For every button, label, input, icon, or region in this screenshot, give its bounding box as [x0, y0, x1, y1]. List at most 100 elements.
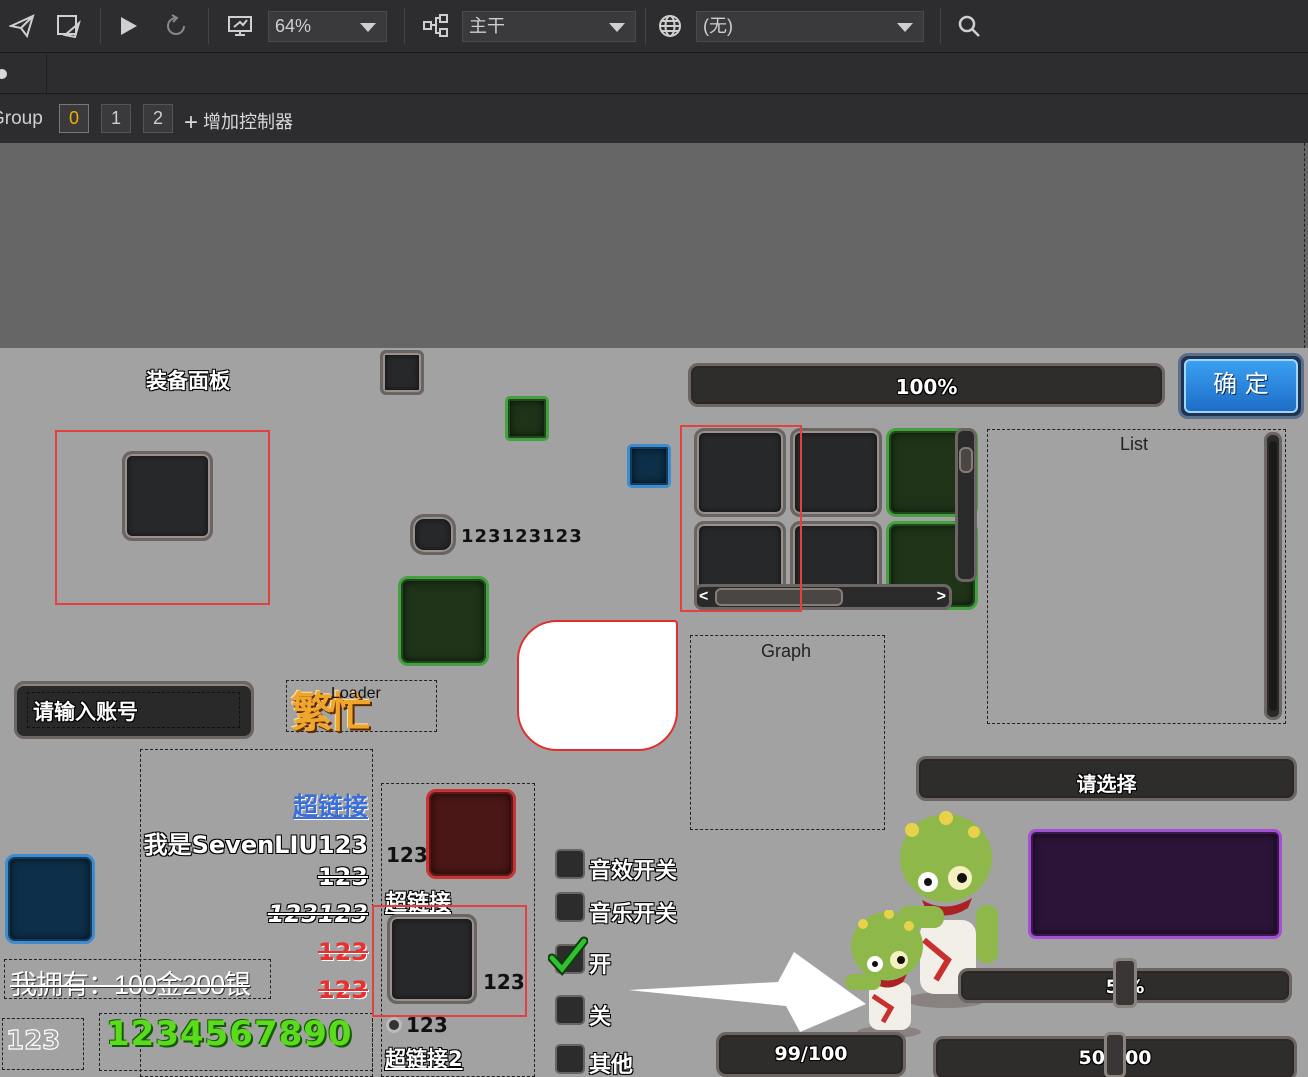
- account-input[interactable]: 请输入账号: [14, 681, 254, 739]
- controller-name[interactable]: Group: [0, 108, 43, 130]
- loader-container: 繁忙 Loader: [286, 680, 437, 737]
- account-input-placeholder: 请输入账号: [33, 700, 138, 724]
- blue-slot[interactable]: [5, 854, 95, 944]
- hyperlink-3[interactable]: 超链接2: [385, 1043, 463, 1073]
- confirm-button-label: 确 定: [1184, 359, 1298, 413]
- publish-settings-icon[interactable]: [54, 12, 82, 40]
- hyperlink-1[interactable]: 超链接: [293, 787, 368, 823]
- music-checkbox[interactable]: [555, 892, 585, 922]
- outlined-number: 123: [5, 1025, 61, 1056]
- rich-name-line: 我是SevenLIU123: [143, 831, 368, 859]
- branch-value: 主干: [469, 16, 505, 36]
- plus-icon: +: [184, 109, 199, 136]
- toolbar-separator: [100, 8, 101, 44]
- graph-container[interactable]: Graph: [690, 635, 885, 830]
- owned-text: 我拥有：100金200银: [10, 970, 251, 1000]
- branch-select[interactable]: 主干: [462, 11, 636, 42]
- arrow-shape[interactable]: [628, 952, 868, 1034]
- toolbar-separator: [208, 8, 209, 44]
- small-slot[interactable]: [380, 350, 424, 395]
- rich-line-3: 123: [317, 863, 368, 891]
- small-slot-green[interactable]: [505, 396, 549, 441]
- white-shape[interactable]: [517, 620, 678, 751]
- selection-box: [372, 905, 527, 1017]
- language-select[interactable]: (无): [696, 11, 924, 42]
- rich-line-5: 123: [317, 938, 368, 966]
- loader-label: Loader: [331, 685, 381, 702]
- scroll-track: [1269, 441, 1277, 711]
- list-vertical-scrollbar[interactable]: [1264, 432, 1282, 720]
- controller-page-1[interactable]: 1: [101, 104, 131, 133]
- zombie-character-small[interactable]: [843, 910, 939, 1040]
- select-dropdown[interactable]: 请选择: [916, 756, 1297, 801]
- document-tab-bar: [0, 54, 1308, 94]
- green-slot[interactable]: [398, 576, 489, 666]
- off-radio-label: 关: [589, 1005, 612, 1030]
- modified-dot-icon[interactable]: [0, 69, 7, 79]
- toolbar-separator: [940, 8, 941, 44]
- scroll-right-icon[interactable]: >: [937, 588, 946, 606]
- toolbar-separator: [645, 8, 646, 44]
- off-radio[interactable]: [555, 995, 585, 1025]
- globe-icon[interactable]: [656, 12, 684, 40]
- boxed-number-box: 123: [2, 1018, 84, 1070]
- editor-window: 64% 主干 (无) Group 0 1 2 + 增加: [0, 0, 1308, 1077]
- rich-line-4: 123123: [267, 900, 368, 928]
- publish-icon[interactable]: [8, 12, 36, 40]
- toolbar-separator: [404, 8, 405, 44]
- purple-slot[interactable]: [1028, 829, 1282, 939]
- chevron-down-icon: [609, 23, 625, 32]
- grid-vertical-scrollbar[interactable]: [955, 428, 977, 582]
- on-radio-label: 开: [589, 953, 612, 978]
- controller-page-0[interactable]: 0: [59, 104, 89, 133]
- music-checkbox-label: 音乐开关: [589, 902, 678, 927]
- chevron-down-icon: [897, 23, 913, 32]
- main-toolbar: 64% 主干 (无): [0, 0, 1308, 53]
- language-value: (无): [703, 16, 733, 36]
- small-slot-blue[interactable]: [627, 444, 671, 488]
- counter-slot[interactable]: [410, 514, 456, 555]
- chevron-down-icon: [360, 23, 376, 32]
- grid-slot[interactable]: [790, 428, 882, 517]
- progress-bar-top: 100%: [688, 363, 1165, 407]
- red-slot[interactable]: [426, 789, 516, 879]
- big-number: 1234567890: [106, 1014, 353, 1054]
- list-label: List: [1120, 434, 1149, 454]
- counter-text: 123123123: [461, 526, 583, 547]
- selection-box: [680, 425, 802, 612]
- confirm-button[interactable]: 确 定: [1178, 353, 1304, 419]
- hp-progress-bar: 99/100: [716, 1032, 906, 1077]
- graph-label: Graph: [761, 641, 812, 661]
- sound-checkbox-label: 音效开关: [589, 859, 678, 884]
- play-icon[interactable]: [114, 12, 142, 40]
- rich-line-6: 123: [317, 976, 368, 1004]
- design-stage[interactable]: 装备面板 123123123 100% 确 定 < > List Graph 请…: [0, 348, 1308, 1077]
- branch-icon[interactable]: [422, 12, 450, 40]
- add-controller-label: 增加控制器: [203, 112, 294, 132]
- scrollbar-handle[interactable]: [959, 447, 973, 473]
- monitor-icon[interactable]: [226, 12, 254, 40]
- hp-bar-label: 99/100: [774, 1043, 848, 1065]
- equip-slot[interactable]: [122, 451, 213, 541]
- slider-handle[interactable]: [1113, 958, 1137, 1008]
- zoom-select[interactable]: 64%: [268, 11, 387, 42]
- mid-label-1: 123: [386, 843, 428, 867]
- canvas-bound-line: [1304, 143, 1305, 348]
- other-radio-label: 其他: [589, 1053, 634, 1077]
- exp-slider-handle[interactable]: [1104, 1032, 1126, 1077]
- checkmark-icon: [548, 936, 588, 976]
- search-icon[interactable]: [955, 12, 983, 40]
- equip-panel-title: 装备面板: [146, 369, 230, 393]
- progress-top-label: 100%: [895, 375, 958, 399]
- radio-button[interactable]: [386, 1017, 402, 1033]
- list-container[interactable]: List: [987, 429, 1286, 724]
- controller-page-2[interactable]: 2: [143, 104, 173, 133]
- select-dropdown-label: 请选择: [1076, 772, 1137, 796]
- big-number-box: 1234567890: [99, 1013, 373, 1071]
- zoom-value: 64%: [275, 16, 312, 36]
- other-radio[interactable]: [555, 1044, 585, 1074]
- sound-checkbox[interactable]: [555, 849, 585, 879]
- refresh-icon[interactable]: [162, 12, 190, 40]
- tab-separator: [46, 54, 47, 94]
- add-controller-button[interactable]: + 增加控制器: [184, 108, 294, 136]
